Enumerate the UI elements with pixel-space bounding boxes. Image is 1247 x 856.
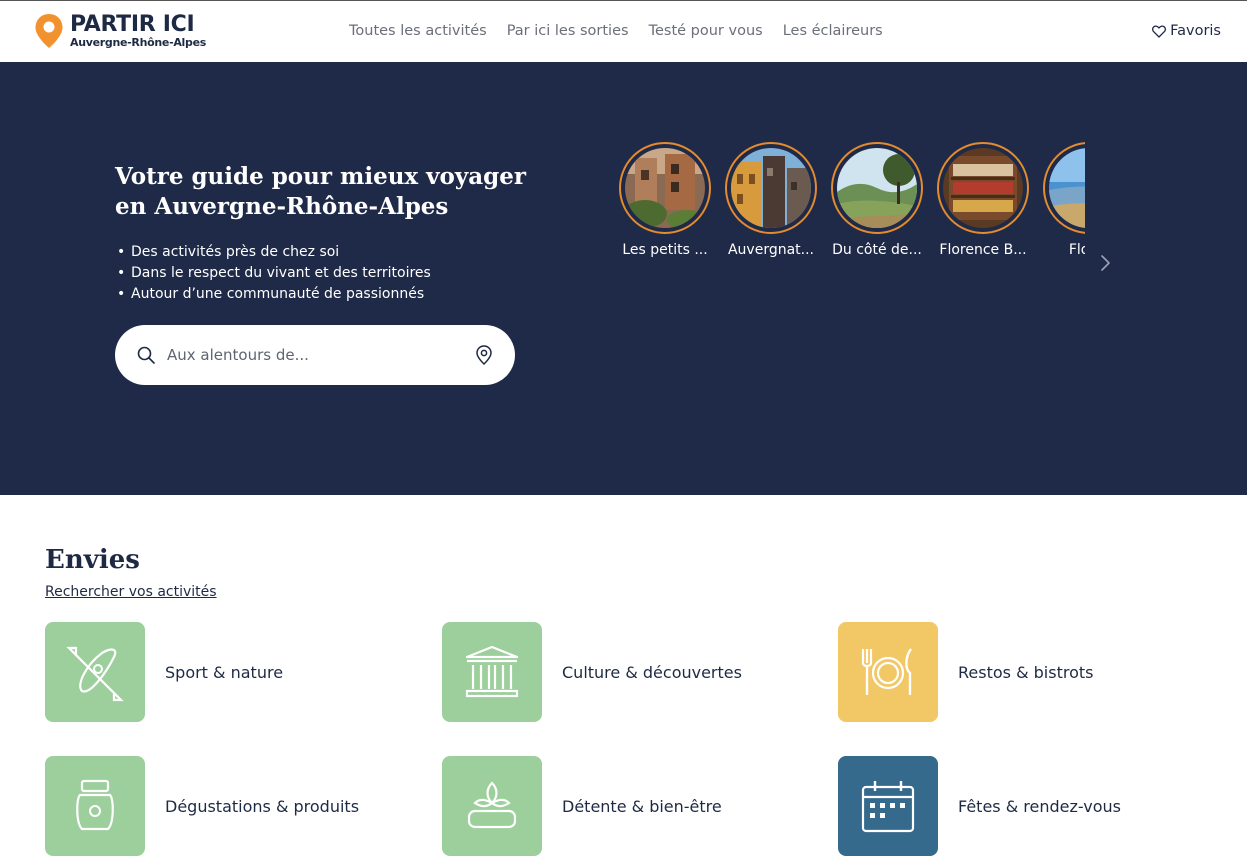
- category-label: Fêtes & rendez-vous: [958, 796, 1121, 816]
- story-item[interactable]: Florer: [1041, 142, 1085, 258]
- hero-bullets: Des activités près de chez soi Dans le r…: [115, 242, 431, 305]
- kayak-icon: [66, 646, 124, 702]
- story-label: Florence B...: [939, 242, 1027, 258]
- story-ring: [619, 142, 711, 234]
- stories-carousel: Les petits ... Auvergnat... Du côté de..…: [617, 142, 1085, 267]
- hero-banner: Votre guide pour mieux voyager en Auverg…: [0, 62, 1247, 495]
- story-label: Auvergnat...: [727, 242, 815, 258]
- story-label: Florer: [1068, 242, 1085, 258]
- category-sport-nature[interactable]: Sport & nature: [45, 622, 283, 722]
- museum-icon: [465, 645, 519, 698]
- search-input[interactable]: [167, 346, 475, 364]
- story-image: [1049, 148, 1085, 228]
- story-ring: [1043, 142, 1085, 234]
- category-label: Détente & bien-être: [562, 796, 722, 816]
- site-logo[interactable]: PARTIR ICI Auvergne-Rhône-Alpes: [34, 13, 206, 49]
- category-tile: [838, 622, 938, 722]
- nav-par-ici-sorties[interactable]: Par ici les sorties: [507, 23, 629, 39]
- hero-bullet: Des activités près de chez soi: [115, 242, 431, 263]
- category-restos-bistrots[interactable]: Restos & bistrots: [838, 622, 1093, 722]
- rechercher-activites-link[interactable]: Rechercher vos activités: [45, 584, 217, 600]
- hero-title: Votre guide pour mieux voyager en Auverg…: [115, 163, 526, 220]
- category-label: Culture & découvertes: [562, 662, 742, 682]
- envies-title: Envies: [45, 545, 140, 575]
- hero-bullet: Autour d’une communauté de passionnés: [115, 284, 431, 305]
- nav-teste-pour-vous[interactable]: Testé pour vous: [649, 23, 763, 39]
- heart-icon: [1152, 25, 1167, 38]
- category-detente-bien-etre[interactable]: Détente & bien-être: [442, 756, 722, 856]
- nav-toutes-activites[interactable]: Toutes les activités: [349, 23, 487, 39]
- calendar-icon: [861, 781, 915, 833]
- category-tile: [45, 622, 145, 722]
- cutlery-icon: [861, 648, 913, 695]
- category-tile: [442, 622, 542, 722]
- category-tile: [45, 756, 145, 856]
- category-degustations-produits[interactable]: Dégustations & produits: [45, 756, 359, 856]
- chevron-right-icon[interactable]: [1097, 254, 1113, 272]
- nav-eclaireurs[interactable]: Les éclaireurs: [783, 23, 883, 39]
- logo-subtitle: Auvergne-Rhône-Alpes: [70, 36, 207, 49]
- category-label: Dégustations & produits: [165, 796, 360, 816]
- story-label: Du côté de...: [832, 242, 922, 258]
- logo-title: PARTIR ICI: [70, 12, 195, 37]
- story-item[interactable]: Auvergnat...: [723, 142, 819, 258]
- story-ring: [831, 142, 923, 234]
- site-header: PARTIR ICI Auvergne-Rhône-Alpes Toutes l…: [0, 0, 1247, 62]
- story-image: [837, 148, 917, 228]
- story-item[interactable]: Du côté de...: [829, 142, 925, 258]
- category-label: Restos & bistrots: [958, 662, 1094, 682]
- jar-icon: [76, 779, 114, 831]
- story-ring: [937, 142, 1029, 234]
- story-image: [731, 148, 811, 228]
- main-nav: Toutes les activités Par ici les sorties…: [349, 23, 903, 39]
- story-image: [943, 148, 1023, 228]
- hero-bullet: Dans le respect du vivant et des territo…: [115, 263, 431, 284]
- search-icon: [137, 346, 155, 364]
- category-culture-decouvertes[interactable]: Culture & découvertes: [442, 622, 742, 722]
- category-tile: [442, 756, 542, 856]
- favorites-label: Favoris: [1170, 23, 1221, 39]
- story-image: [625, 148, 705, 228]
- category-tile: [838, 756, 938, 856]
- lotus-icon: [467, 781, 517, 829]
- favorites-button[interactable]: Favoris: [1152, 23, 1221, 39]
- story-ring: [725, 142, 817, 234]
- location-pin-logo-icon: [35, 14, 63, 48]
- story-item[interactable]: Les petits ...: [617, 142, 713, 258]
- story-item[interactable]: Florence B...: [935, 142, 1031, 258]
- story-label: Les petits ...: [622, 242, 708, 258]
- category-fetes-rendez-vous[interactable]: Fêtes & rendez-vous: [838, 756, 1121, 856]
- search-bar[interactable]: [115, 325, 515, 385]
- category-label: Sport & nature: [165, 662, 284, 682]
- location-pin-icon[interactable]: [475, 345, 493, 365]
